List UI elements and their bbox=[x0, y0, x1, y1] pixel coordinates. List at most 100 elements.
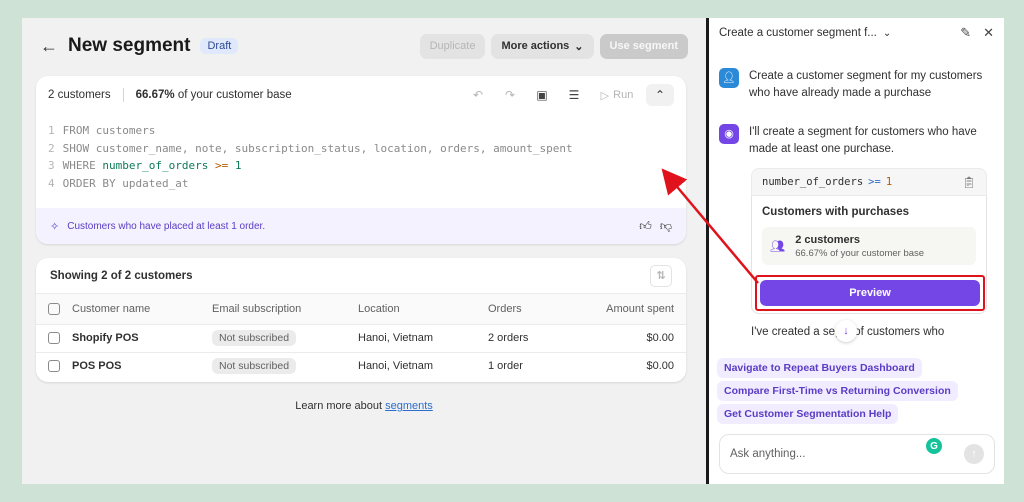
segments-link[interactable]: segments bbox=[385, 400, 433, 412]
row-checkbox[interactable] bbox=[48, 332, 60, 345]
editor-tools: ↶ ↷ ▣ ☰ ▷ Run ⌃ bbox=[464, 84, 674, 106]
chevron-down-icon[interactable]: ⌄ bbox=[883, 28, 891, 39]
query-toolbar: 2 customers 66.67% of your customer base… bbox=[36, 76, 686, 114]
column-header[interactable]: Amount spent bbox=[568, 294, 686, 325]
code-line: 4 ORDER BY updated_at bbox=[48, 175, 674, 193]
new-chat-icon[interactable]: ✎ bbox=[960, 25, 971, 41]
results-card: Showing 2 of 2 customers ⇅ Customer name… bbox=[36, 258, 686, 382]
undo-icon[interactable]: ↶ bbox=[464, 84, 492, 106]
thumbs-up-icon[interactable]: 👍︎ bbox=[639, 219, 652, 234]
assistant-avatar-icon: ◉ bbox=[719, 124, 739, 144]
email-cell: Not subscribed bbox=[212, 324, 358, 353]
segment-stats: 👥︎ 2 customers 66.67% of your customer b… bbox=[762, 227, 976, 265]
code-keyword: WHERE bbox=[62, 159, 96, 172]
sort-icon[interactable]: ⇅ bbox=[650, 264, 672, 287]
assistant-message: ◉ I'll create a segment for customers wh… bbox=[719, 124, 989, 158]
suggestion-chip[interactable]: Get Customer Segmentation Help bbox=[717, 404, 899, 424]
segment-count: 2 customers bbox=[795, 233, 861, 246]
customer-name[interactable]: Shopify POS bbox=[72, 324, 212, 353]
back-arrow-icon[interactable]: ← bbox=[40, 37, 58, 55]
filter-icon[interactable]: ☰ bbox=[560, 84, 588, 106]
redo-icon[interactable]: ↷ bbox=[496, 84, 524, 106]
suggestion-chip[interactable]: Navigate to Repeat Buyers Dashboard bbox=[717, 358, 922, 378]
use-segment-button[interactable]: Use segment bbox=[599, 33, 688, 59]
assistant-followup: I've created a segm of customers who bbox=[751, 326, 945, 338]
divider bbox=[122, 88, 124, 102]
scroll-down-icon[interactable]: ↓ bbox=[835, 320, 857, 342]
row-select-cell bbox=[36, 324, 72, 353]
header-icons: ✎ ✕ bbox=[960, 25, 994, 41]
segment-card-title: Customers with purchases bbox=[762, 206, 909, 218]
segment-percent: 66.67% of your customer base bbox=[795, 247, 925, 259]
column-header[interactable]: Orders bbox=[488, 294, 568, 325]
customer-base-percent: 66.67% of your customer base bbox=[136, 89, 292, 101]
subscription-badge: Not subscribed bbox=[212, 358, 297, 375]
code-text: customer_name, note, subscription_status… bbox=[89, 141, 573, 155]
send-icon[interactable]: ↑ bbox=[964, 444, 984, 464]
customer-count: 2 customers bbox=[48, 89, 111, 101]
people-icon: 👥︎ bbox=[770, 239, 786, 253]
amount-cell: $0.00 bbox=[646, 360, 674, 373]
learn-more-prefix: Learn more about bbox=[295, 400, 386, 412]
column-header[interactable]: Customer name bbox=[72, 294, 212, 325]
column-header[interactable]: Email subscription bbox=[212, 294, 358, 325]
orders-cell: 1 order bbox=[488, 360, 523, 373]
column-header[interactable]: Location bbox=[358, 294, 488, 325]
results-header: Showing 2 of 2 customers ⇅ bbox=[36, 258, 686, 294]
assistant-panel: Create a customer segment f... ⌄ ✎ ✕ 👤︎ … bbox=[709, 18, 1004, 484]
select-all-checkbox[interactable] bbox=[48, 302, 60, 315]
row-select-cell bbox=[36, 352, 72, 380]
run-label: Run bbox=[613, 89, 634, 101]
template-icon[interactable]: ▣ bbox=[528, 84, 556, 106]
feedback: 👍︎ 👎︎ bbox=[639, 219, 672, 234]
learn-more: Learn more about segments bbox=[22, 400, 706, 412]
code-operator: >= bbox=[868, 176, 881, 188]
chat-input-placeholder: Ask anything... bbox=[730, 448, 806, 460]
close-icon[interactable]: ✕ bbox=[983, 25, 994, 41]
code-field: number_of_orders bbox=[102, 159, 209, 172]
chat-input[interactable]: Ask anything... G ↑ bbox=[719, 434, 995, 474]
sparkle-icon: ✧ bbox=[50, 220, 60, 233]
code-text: updated_at bbox=[115, 176, 189, 190]
select-all-cell bbox=[36, 294, 72, 325]
copy-icon[interactable]: 📋︎ bbox=[962, 176, 976, 189]
code-snippet: number_of_orders >= 1 📋︎ bbox=[751, 168, 987, 196]
code-keyword: SHOW bbox=[62, 141, 90, 155]
customer-name[interactable]: POS POS bbox=[72, 352, 212, 380]
user-message-text: Create a customer segment for my custome… bbox=[749, 70, 983, 99]
table-header-row: Customer name Email subscription Locatio… bbox=[36, 294, 686, 325]
code-number: 1 bbox=[234, 159, 242, 172]
results-title: Showing 2 of 2 customers bbox=[50, 269, 193, 282]
run-button[interactable]: ▷ Run bbox=[592, 84, 642, 106]
preview-highlight: Preview bbox=[755, 275, 985, 311]
location-cell: Hanoi, Vietnam bbox=[358, 324, 488, 353]
code-line: 3 WHERE number_of_orders >= 1 bbox=[48, 157, 674, 175]
orders-cell: 2 orders bbox=[488, 324, 568, 353]
row-checkbox[interactable] bbox=[48, 360, 60, 373]
user-avatar-icon: 👤︎ bbox=[719, 68, 739, 88]
table-row[interactable]: Shopify POS Not subscribed Hanoi, Vietna… bbox=[36, 324, 686, 353]
preview-button[interactable]: Preview bbox=[760, 280, 980, 306]
query-description: ✧ Customers who have placed at least 1 o… bbox=[36, 208, 686, 244]
code-text: customers bbox=[89, 124, 156, 137]
query-card: 2 customers 66.67% of your customer base… bbox=[36, 76, 686, 244]
conversation-title[interactable]: Create a customer segment f... bbox=[719, 27, 877, 39]
table-row[interactable]: POS POS Not subscribed Hanoi, Vietnam 1 … bbox=[36, 352, 686, 380]
stats-text: 2 customers 66.67% of your customer base bbox=[795, 234, 924, 259]
more-actions-button[interactable]: More actions ⌄ bbox=[491, 33, 594, 59]
code-field: number_of_orders bbox=[762, 176, 864, 188]
duplicate-button[interactable]: Duplicate bbox=[419, 33, 486, 59]
status-badge: Draft bbox=[200, 38, 239, 54]
header-actions: Duplicate More actions ⌄ Use segment bbox=[419, 33, 688, 59]
code-keyword: FROM bbox=[62, 124, 90, 137]
thumbs-down-icon[interactable]: 👎︎ bbox=[660, 219, 672, 234]
grammarly-icon[interactable]: G bbox=[926, 438, 942, 454]
query-editor[interactable]: 1 FROM customers 2 SHOW customer_name, not… bbox=[36, 114, 686, 200]
amount-cell: $0.00 bbox=[568, 324, 686, 353]
description-text: Customers who have placed at least 1 ord… bbox=[67, 220, 266, 232]
location-cell: Hanoi, Vietnam bbox=[358, 360, 434, 373]
scroll-fade bbox=[709, 340, 1004, 354]
chevron-up-icon[interactable]: ⌃ bbox=[646, 84, 674, 106]
play-icon: ▷ bbox=[600, 89, 610, 102]
suggestion-chip[interactable]: Compare First-Time vs Returning Conversi… bbox=[717, 381, 958, 401]
